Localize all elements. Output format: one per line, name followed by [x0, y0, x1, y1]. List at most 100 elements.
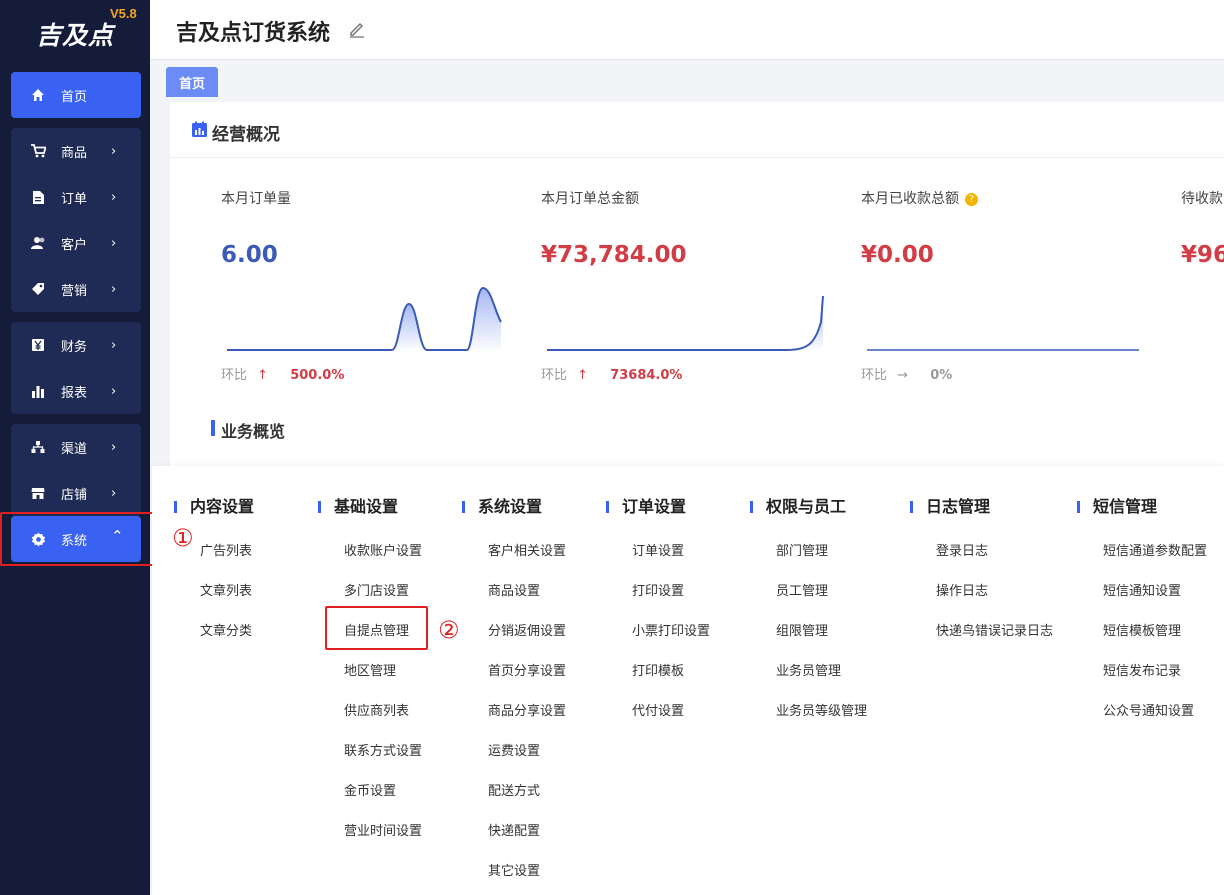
- menu-item[interactable]: 收款账户设置: [344, 540, 422, 559]
- sidebar-item-orders[interactable]: 订单 ›: [11, 174, 141, 220]
- stat-value: ¥96,: [1181, 242, 1224, 268]
- sidebar-item-reports[interactable]: 报表 ›: [11, 368, 141, 414]
- menu-item[interactable]: 广告列表: [200, 540, 252, 559]
- menu-item[interactable]: 首页分享设置: [488, 660, 566, 679]
- menu-item[interactable]: 打印设置: [632, 580, 684, 599]
- menu-item[interactable]: 多门店设置: [344, 580, 409, 599]
- menu-column-logs: 日志管理: [910, 496, 990, 518]
- sidebar-item-finance[interactable]: 财务 ›: [11, 322, 141, 368]
- sidebar-item-label: 营销: [61, 283, 88, 299]
- stat-label: 本月订单量: [221, 191, 291, 207]
- menu-item[interactable]: 商品设置: [488, 580, 540, 599]
- menu-item[interactable]: 其它设置: [488, 860, 540, 879]
- menu-item[interactable]: 文章分类: [200, 620, 252, 639]
- menu-item[interactable]: 小票打印设置: [632, 620, 710, 639]
- stat-pending-receivable: 待收款 ¥96,: [1181, 182, 1224, 392]
- chevron-right-icon: ›: [111, 337, 117, 353]
- menu-item[interactable]: 配送方式: [488, 780, 540, 799]
- page-title: 吉及点订货系统: [176, 20, 331, 45]
- sidebar-item-label: 首页: [61, 89, 88, 105]
- menu-item[interactable]: 文章列表: [200, 580, 252, 599]
- sidebar-item-marketing[interactable]: 营销 ›: [11, 266, 141, 312]
- sidebar-item-goods[interactable]: 商品 ›: [11, 128, 141, 174]
- step-marker-2: ②: [438, 616, 460, 644]
- sparkline-chart: [547, 295, 824, 351]
- menu-item[interactable]: 金币设置: [344, 780, 396, 799]
- arrow-right-icon: →: [897, 368, 909, 383]
- step-marker-1: ①: [172, 524, 194, 552]
- menu-item[interactable]: 代付设置: [632, 700, 684, 719]
- menu-column-system: 系统设置: [462, 496, 542, 518]
- stat-trend: 环比 ↑ 73684.0%: [541, 364, 682, 383]
- menu-item[interactable]: 供应商列表: [344, 700, 409, 719]
- menu-item[interactable]: 业务员等级管理: [776, 700, 867, 719]
- menu-item[interactable]: 部门管理: [776, 540, 828, 559]
- menu-item[interactable]: 短信通道参数配置: [1103, 540, 1207, 559]
- sidebar-item-channels[interactable]: 渠道 ›: [11, 424, 141, 470]
- pencil-icon[interactable]: [348, 20, 368, 40]
- menu-item[interactable]: 业务员管理: [776, 660, 841, 679]
- chevron-right-icon: ›: [111, 281, 117, 297]
- menu-item[interactable]: 登录日志: [936, 540, 988, 559]
- stat-label-wrap: 本月已收款总额?: [861, 188, 978, 208]
- menu-item[interactable]: 客户相关设置: [488, 540, 566, 559]
- menu-item[interactable]: 快递配置: [488, 820, 540, 839]
- menu-item[interactable]: 员工管理: [776, 580, 828, 599]
- sidebar-item-label: 商品: [61, 145, 88, 161]
- sitemap-icon: [30, 439, 46, 455]
- chevron-right-icon: ›: [111, 189, 117, 205]
- menu-item[interactable]: 快递鸟错误记录日志: [936, 620, 1053, 639]
- menu-item[interactable]: 联系方式设置: [344, 740, 422, 759]
- arrow-up-icon: ↑: [257, 368, 269, 383]
- menu-item[interactable]: 短信发布记录: [1103, 660, 1181, 679]
- menu-item[interactable]: 操作日志: [936, 580, 988, 599]
- menu-item[interactable]: 公众号通知设置: [1103, 700, 1194, 719]
- sidebar-item-stores[interactable]: 店铺 ›: [11, 470, 141, 516]
- tag-icon: [30, 281, 46, 297]
- highlight-box-system: [0, 512, 155, 566]
- stat-label: 待收款: [1181, 191, 1223, 207]
- version-badge: V5.8: [110, 6, 137, 21]
- card-header: 经营概况: [170, 102, 1224, 158]
- stat-trend: 环比 ↑ 500.0%: [221, 364, 344, 383]
- sparkline-chart: [227, 286, 502, 351]
- sidebar-group-commerce: 商品 › 订单 › 客户 › 营销 ›: [11, 128, 141, 312]
- menu-item[interactable]: 运费设置: [488, 740, 540, 759]
- tab-home[interactable]: 首页: [166, 67, 218, 97]
- sidebar-item-label: 渠道: [61, 441, 88, 457]
- menu-column-title: 权限与员工: [750, 496, 846, 518]
- chevron-right-icon: ›: [111, 235, 117, 251]
- menu-item[interactable]: 打印模板: [632, 660, 684, 679]
- trend-percent: 73684.0%: [610, 368, 683, 383]
- overview-card: 经营概况 本月订单量 6.00 环比 ↑ 500.0% 本月订单总金额 ¥73,…: [170, 102, 1224, 472]
- menu-item[interactable]: 短信通知设置: [1103, 580, 1181, 599]
- menu-item[interactable]: 商品分享设置: [488, 700, 566, 719]
- stat-monthly-orders: 本月订单量 6.00 环比 ↑ 500.0%: [221, 182, 511, 392]
- stat-label: 本月已收款总额: [861, 191, 959, 207]
- stat-value: ¥0.00: [861, 242, 934, 268]
- menu-item[interactable]: 组限管理: [776, 620, 828, 639]
- stat-monthly-received: 本月已收款总额? ¥0.00 环比 → 0%: [861, 182, 1151, 392]
- sidebar-group-channels: 渠道 › 店铺 ›: [11, 424, 141, 516]
- menu-item[interactable]: 短信模板管理: [1103, 620, 1181, 639]
- sidebar-item-home[interactable]: 首页: [11, 72, 141, 118]
- trend-label: 环比: [861, 368, 888, 383]
- stat-monthly-order-amount: 本月订单总金额 ¥73,784.00 环比 ↑ 73684.0%: [541, 182, 831, 392]
- trend-percent: 500.0%: [290, 368, 345, 383]
- trend-label: 环比: [221, 368, 248, 383]
- section-title: 业务概览: [221, 422, 286, 441]
- menu-item[interactable]: 订单设置: [632, 540, 684, 559]
- bar-chart-icon: [30, 383, 46, 399]
- sidebar-item-customers[interactable]: 客户 ›: [11, 220, 141, 266]
- menu-item[interactable]: 地区管理: [344, 660, 396, 679]
- menu-column-title: 基础设置: [318, 496, 398, 518]
- stat-value: ¥73,784.00: [541, 242, 687, 268]
- menu-column-title: 订单设置: [606, 496, 686, 518]
- highlight-box-pickup: [325, 606, 428, 650]
- menu-item[interactable]: 营业时间设置: [344, 820, 422, 839]
- menu-item[interactable]: 分销返佣设置: [488, 620, 566, 639]
- menu-column-sms: 短信管理: [1077, 496, 1157, 518]
- sidebar-item-label: 财务: [61, 339, 88, 355]
- question-icon[interactable]: ?: [965, 193, 978, 206]
- chevron-right-icon: ›: [111, 485, 117, 501]
